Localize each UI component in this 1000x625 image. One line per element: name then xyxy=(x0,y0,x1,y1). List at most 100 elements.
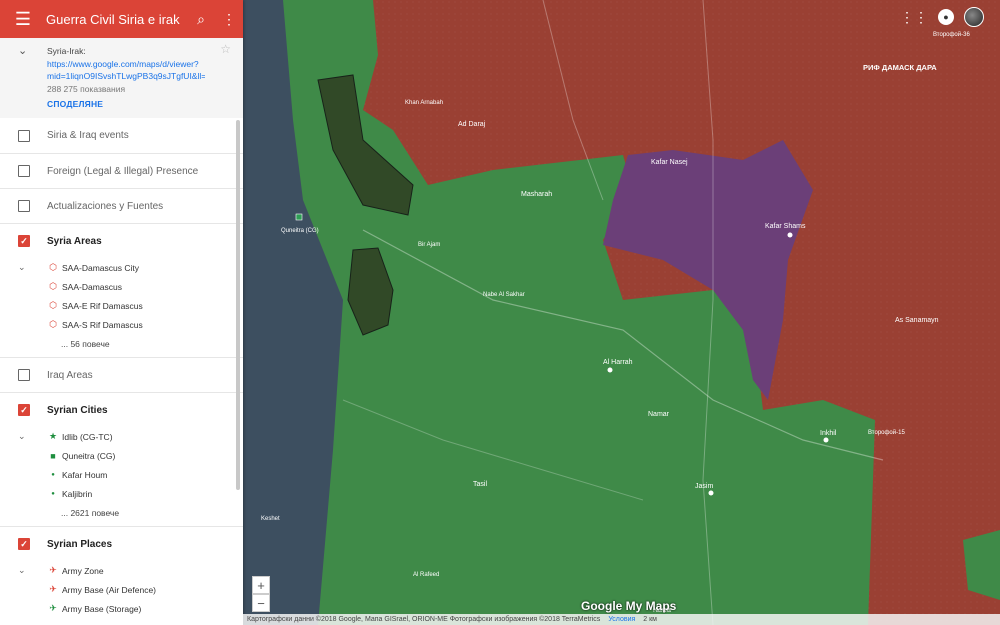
label-keshet: Keshet xyxy=(261,516,280,522)
layer-cities-checkbox[interactable]: ✓ xyxy=(18,404,30,416)
label-bir-ajam: Bir Ajam xyxy=(418,242,440,248)
layer-cities-label: Syrian Cities xyxy=(47,404,108,416)
layer-foreign-label: Foreign (Legal & Illegal) Presence xyxy=(47,165,199,177)
layer-updates-label: Actualizaciones y Fuentes xyxy=(47,200,164,212)
description-name: Syria-Irak: xyxy=(47,46,86,56)
zoom-out-button[interactable]: − xyxy=(252,594,270,612)
layer-places[interactable]: ✓ Syrian Places xyxy=(0,526,243,561)
layer-updates[interactable]: Actualizaciones y Fuentes xyxy=(0,188,243,223)
label-road-rif: РИФ ДАМАСК ДАРА xyxy=(863,63,937,72)
air-defence-icon: ✈ xyxy=(49,584,57,594)
label-tasil: Tasil xyxy=(473,481,487,488)
layer-updates-checkbox[interactable] xyxy=(18,200,30,212)
description-link-1[interactable]: https://www.google.com/maps/d/viewer? xyxy=(47,58,205,71)
star-marker-icon: ★ xyxy=(48,431,58,441)
attribution-text: Картографски данни ©2018 Google, Мапа GI… xyxy=(247,616,601,623)
list-item-label: Army Zone xyxy=(62,565,104,576)
terms-link[interactable]: Условия xyxy=(608,616,635,623)
list-item[interactable]: ⌄ ★ Idlib (CG-TC) xyxy=(0,427,243,446)
expand-chevron-icon[interactable]: ⌄ xyxy=(18,565,26,576)
notifications-icon[interactable]: ● xyxy=(938,9,954,25)
list-item-label: SAA-S Rif Damascus xyxy=(62,319,143,330)
show-more-link[interactable]: ... 2621 повече xyxy=(0,503,243,522)
expand-chevron-icon[interactable]: ⌄ xyxy=(18,262,26,273)
list-item[interactable]: ✈ Army Base (Air Defence) xyxy=(0,580,243,599)
dot-marker-icon: ● xyxy=(51,471,55,478)
label-al-harrah: Al Harrah xyxy=(603,359,633,366)
layer-foreign-checkbox[interactable] xyxy=(18,165,30,177)
label-namar: Namar xyxy=(648,411,670,418)
list-item-label: Kaljibrin xyxy=(62,488,93,499)
layer-events-checkbox[interactable] xyxy=(18,129,30,142)
label-kafar-nasej: Kafar Nasej xyxy=(651,159,688,166)
expand-chevron-icon[interactable]: ⌄ xyxy=(18,431,26,442)
views-count: 288 275 показвания xyxy=(47,83,126,94)
storage-icon: ✈ xyxy=(49,603,57,613)
zoom-in-button[interactable]: + xyxy=(252,576,270,594)
label-jasim: Jasim xyxy=(695,483,713,490)
google-my-maps-logo: Google My Maps xyxy=(581,599,677,613)
map-svg: Kafar Nasej Kafar Shams Masharah Quneitr… xyxy=(243,0,1000,625)
share-button[interactable]: СПОДЕЛЯНЕ xyxy=(47,98,243,111)
layer-iraq[interactable]: Iraq Areas xyxy=(0,357,243,392)
label-masharah: Masharah xyxy=(521,191,552,198)
polygon-icon: ⬡ xyxy=(49,319,57,329)
label-nabe-al-sakhar: Nabe Al Sakhar xyxy=(483,292,525,298)
show-more-link[interactable]: ... 56 повече xyxy=(0,334,243,353)
list-item[interactable]: ⬡ SAA-E Rif Damascus xyxy=(0,296,243,315)
description-link-2[interactable]: mid=1liqnO9ISvshTLwgPB3q9sJTgfUI&ll=3 xyxy=(47,70,205,83)
layer-events[interactable]: Siria & Iraq events xyxy=(0,118,243,153)
list-item[interactable]: ⌄ ⬡ SAA-Damascus City xyxy=(0,258,243,277)
label-as-sanamayn: As Sanamayn xyxy=(895,317,939,324)
list-item[interactable]: ● Kaljibrin xyxy=(0,484,243,503)
list-item[interactable]: ✈ Army Base (Storage) xyxy=(0,599,243,618)
label-inkhil: Inkhil xyxy=(820,430,837,437)
square-marker-icon: ■ xyxy=(50,450,56,461)
list-item-label: Quneitra (CG) xyxy=(62,450,116,461)
list-item-label: SAA-E Rif Damascus xyxy=(62,300,143,311)
menu-icon[interactable]: ☰ xyxy=(0,9,46,30)
army-zone-icon: ✈ xyxy=(49,565,57,575)
star-icon[interactable]: ☆ xyxy=(220,43,231,56)
label-al-rafid: Al Rafeed xyxy=(413,572,439,578)
layer-places-checkbox[interactable]: ✓ xyxy=(18,538,30,550)
more-options-icon[interactable]: ⋮ xyxy=(215,11,243,28)
layer-iraq-checkbox[interactable] xyxy=(18,369,30,381)
map-description: ⌄ ☆ Syria-Irak: https://www.google.com/m… xyxy=(0,38,243,118)
map-toolbar: ⋮⋮ ● xyxy=(900,7,984,27)
list-item-label: Idlib (CG-TC) xyxy=(62,431,113,442)
polygon-icon: ⬡ xyxy=(49,262,57,272)
layer-cities[interactable]: ✓ Syrian Cities xyxy=(0,392,243,427)
list-item-label: SAA-Damascus City xyxy=(62,262,139,273)
sidebar: ☰ Guerra Civil Siria e irak ⌕ ⋮ ⌄ ☆ Syri… xyxy=(0,0,243,625)
layer-foreign[interactable]: Foreign (Legal & Illegal) Presence xyxy=(0,153,243,188)
list-item[interactable]: ⬡ SAA-Damascus xyxy=(0,277,243,296)
search-icon[interactable]: ⌕ xyxy=(187,11,215,28)
dot-marker-icon: ● xyxy=(51,490,55,497)
layer-places-label: Syrian Places xyxy=(47,538,113,550)
list-item[interactable]: ■ Quneitra (CG) xyxy=(0,446,243,465)
list-item-label: SAA-Damascus xyxy=(62,281,122,292)
label-kafar-shams: Kafar Shams xyxy=(765,223,806,230)
list-item[interactable]: ● Kafar Houm xyxy=(0,465,243,484)
map-canvas[interactable]: Kafar Nasej Kafar Shams Masharah Quneitr… xyxy=(243,0,1000,625)
list-item-label: Army Base (Air Defence) xyxy=(62,584,156,595)
map-attribution: Картографски данни ©2018 Google, Мапа GI… xyxy=(243,614,1000,625)
layer-syria-areas[interactable]: ✓ Syria Areas xyxy=(0,223,243,258)
list-item[interactable]: ⌄ ✈ Army Zone xyxy=(0,561,243,580)
apps-grid-icon[interactable]: ⋮⋮ xyxy=(900,9,928,26)
layer-iraq-label: Iraq Areas xyxy=(47,369,93,381)
territory-green-east xyxy=(963,530,1000,600)
sidebar-scrollbar[interactable] xyxy=(236,120,240,490)
label-ad-daraj: Ad Daraj xyxy=(458,121,486,128)
label-route-36: Второфой-36 xyxy=(933,31,970,38)
list-item[interactable]: ⬡ SAA-S Rif Damascus xyxy=(0,315,243,334)
layer-events-label: Siria & Iraq events xyxy=(47,130,129,141)
avatar[interactable] xyxy=(964,7,984,27)
label-route-15: Второфой-15 xyxy=(868,429,905,436)
layer-syria-areas-checkbox[interactable]: ✓ xyxy=(18,235,30,247)
polygon-icon: ⬡ xyxy=(49,300,57,310)
sidebar-header: ☰ Guerra Civil Siria e irak ⌕ ⋮ xyxy=(0,0,243,38)
collapse-chevron-icon[interactable]: ⌄ xyxy=(18,45,27,58)
map-title: Guerra Civil Siria e irak xyxy=(46,11,180,27)
